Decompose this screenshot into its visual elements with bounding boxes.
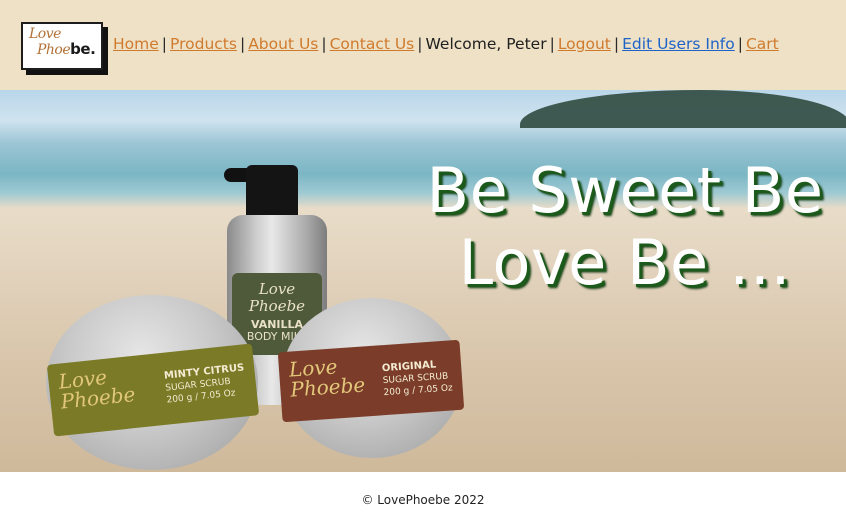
nav-home-link[interactable]: Home <box>113 35 159 53</box>
nav-products-link[interactable]: Products <box>170 35 237 53</box>
bottle-pump-cap <box>246 165 298 220</box>
nav-separator: | <box>161 35 168 53</box>
main-nav: Home | Products | About Us | Contact Us | Welcom… <box>113 33 779 55</box>
nav-cart-link[interactable]: Cart <box>746 35 779 53</box>
hero-headline-line2: Love Be … <box>458 226 792 299</box>
nav-about-link[interactable]: About Us <box>248 35 318 53</box>
nav-contact-link[interactable]: Contact Us <box>330 35 415 53</box>
tin-right-name: ORIGINAL SUGAR SCRUB 200 g / 7.05 Oz <box>382 358 454 399</box>
nav-separator: | <box>239 35 246 53</box>
logo-line2: Phoebe. <box>29 42 97 58</box>
nav-separator: | <box>417 35 423 53</box>
hero-headline: Be Sweet Be Love Be … <box>405 155 845 299</box>
hero-island-shape <box>520 90 846 128</box>
site-footer: © LovePhoebe 2022 <box>0 472 846 523</box>
nav-separator: | <box>549 35 555 53</box>
tin-right-label: Love Phoebe ORIGINAL SUGAR SCRUB 200 g /… <box>277 339 465 423</box>
hero-banner: Love Phoebe VANILLA BODY MILK Love Phoeb… <box>0 90 846 472</box>
nav-separator: | <box>613 35 620 53</box>
site-header: Love Phoebe. Home | Products | About Us | Cont… <box>0 0 846 90</box>
nav-separator: | <box>321 35 327 53</box>
nav-separator: | <box>737 35 743 53</box>
logo-line2-bold: be. <box>70 40 96 58</box>
copyright-text: © LovePhoebe 2022 <box>361 493 485 507</box>
logo-line2-text: Phoe <box>37 42 71 58</box>
welcome-text: Welcome, Peter <box>425 35 547 53</box>
tin-left-name: MINTY CITRUS SUGAR SCRUB 200 g / 7.05 Oz <box>164 362 248 406</box>
logo[interactable]: Love Phoebe. <box>21 22 103 70</box>
bottle-brand: Love Phoebe <box>248 280 306 315</box>
tin-left-brand: Love Phoebe <box>57 364 137 414</box>
hero-headline-line1: Be Sweet Be <box>426 154 824 227</box>
tin-right-brand: Love Phoebe <box>288 354 366 402</box>
logo-wordmark: Love Phoebe. <box>29 27 97 58</box>
nav-edit-users-link[interactable]: Edit Users Info <box>622 35 735 53</box>
nav-logout-link[interactable]: Logout <box>558 35 611 53</box>
